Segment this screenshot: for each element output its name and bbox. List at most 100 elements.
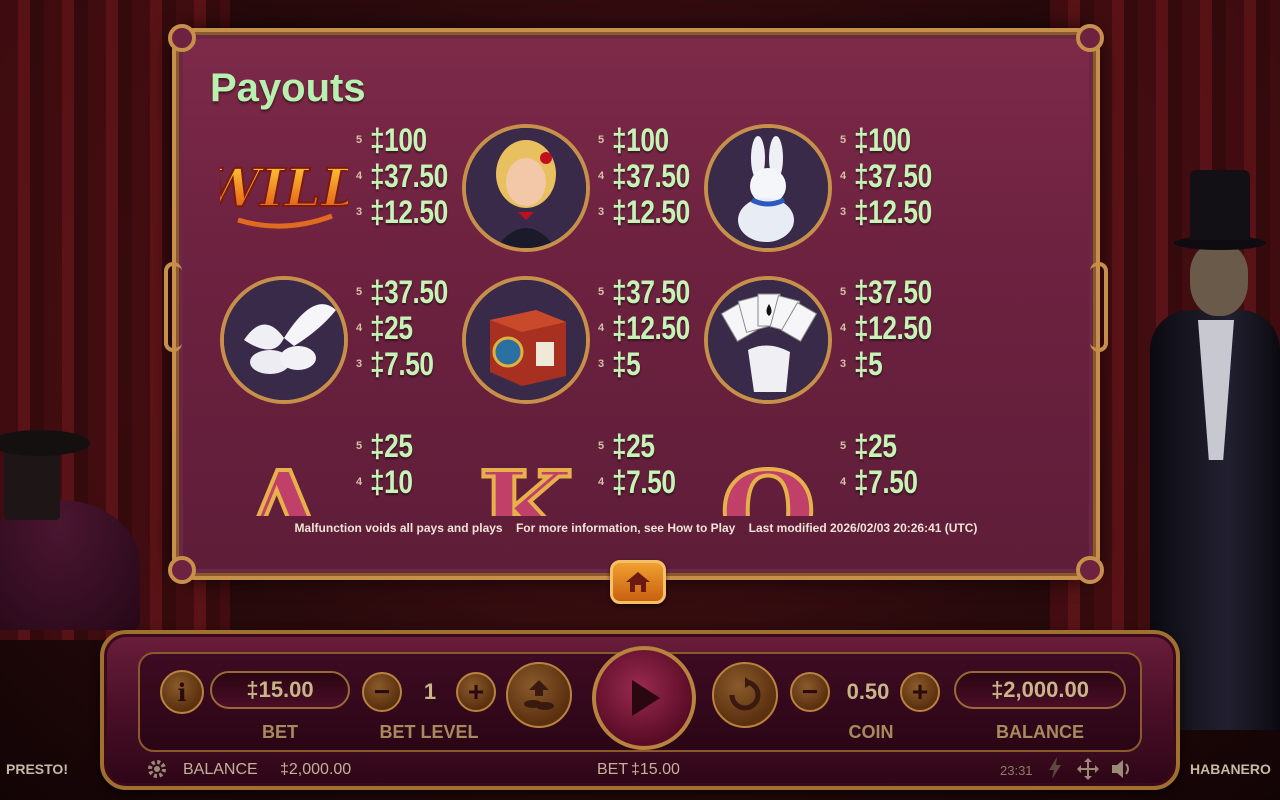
bet-level-plus-button[interactable]: + bbox=[456, 672, 496, 712]
payout-amount: ‡37.50 bbox=[612, 273, 690, 310]
payouts-modal: Payouts WILD 5 ‡100 4 ‡37.50 3 ‡12.50 bbox=[164, 24, 1108, 584]
symbol-letter-k: K 5 ‡25 4 ‡7.50 bbox=[448, 426, 690, 517]
payout-row-5: 5 ‡100 bbox=[840, 122, 923, 158]
sound-button[interactable] bbox=[1110, 758, 1134, 785]
coin-plus-button[interactable]: + bbox=[900, 672, 940, 712]
payout-table[interactable]: WILD 5 ‡100 4 ‡37.50 3 ‡12.50 bbox=[206, 120, 966, 516]
coin-label: COIN bbox=[848, 722, 894, 742]
fullscreen-button[interactable] bbox=[1076, 757, 1100, 786]
payout-amount: ‡12.50 bbox=[854, 309, 932, 346]
match-count: 5 bbox=[840, 134, 847, 146]
match-count: 4 bbox=[356, 170, 363, 182]
payout-row-4: 4 ‡7.50 bbox=[598, 464, 690, 500]
payout-row-4: 4 ‡10 bbox=[356, 464, 422, 500]
balance-label: BALANCE bbox=[996, 722, 1084, 742]
payout-amount: ‡100 bbox=[854, 121, 911, 158]
provider-logo-right: HABANERO bbox=[1190, 761, 1271, 777]
coin-minus-button[interactable]: − bbox=[790, 672, 830, 712]
match-count: 4 bbox=[840, 322, 847, 334]
frame-ornament bbox=[168, 556, 196, 584]
payout-row-5: 5 ‡37.50 bbox=[840, 274, 949, 310]
plus-icon: + bbox=[911, 676, 929, 707]
coin-value: 0.50 bbox=[846, 679, 890, 704]
match-count: 4 bbox=[598, 476, 605, 488]
status-bet-value: ‡15.00 bbox=[631, 761, 680, 778]
payout-amount: ‡10 bbox=[370, 463, 413, 500]
payout-amount: ‡12.50 bbox=[612, 193, 690, 230]
payout-amount: ‡12.50 bbox=[612, 309, 690, 346]
payout-amount: ‡7.50 bbox=[854, 463, 918, 500]
home-button[interactable] bbox=[610, 560, 666, 604]
match-count: 5 bbox=[356, 440, 363, 452]
spin-button[interactable] bbox=[592, 646, 696, 750]
match-count: 3 bbox=[598, 206, 605, 218]
match-count: 5 bbox=[356, 286, 363, 298]
bet-level-minus-button[interactable]: − bbox=[362, 672, 402, 712]
letter-k-icon: K bbox=[462, 430, 590, 516]
payout-row-4: 4 ‡25 bbox=[356, 310, 422, 346]
match-count: 5 bbox=[356, 134, 363, 146]
bet-level-label: BET LEVEL bbox=[379, 722, 479, 742]
bet-display: ‡15.00 bbox=[210, 671, 350, 709]
match-count: 3 bbox=[840, 206, 847, 218]
match-count: 4 bbox=[840, 476, 847, 488]
match-count: 4 bbox=[356, 476, 363, 488]
symbol-letter-a: A 5 ‡25 4 ‡10 bbox=[206, 426, 448, 517]
modal-footer: Malfunction voids all pays and plays For… bbox=[176, 521, 1096, 535]
symbol-letter-q: Q 5 ‡25 4 ‡7.50 bbox=[690, 426, 932, 517]
match-count: 5 bbox=[598, 286, 605, 298]
frame-ornament bbox=[1076, 24, 1104, 52]
svg-text:WILD: WILD bbox=[220, 158, 348, 219]
status-bet-label: BET bbox=[597, 761, 629, 778]
symbol-magic-box: 5 ‡37.50 4 ‡12.50 3 ‡5 bbox=[448, 272, 690, 412]
match-count: 5 bbox=[598, 440, 605, 452]
payout-row-5: 5 ‡25 bbox=[356, 428, 422, 464]
fullscreen-icon bbox=[1077, 758, 1099, 780]
status-balance-label: BALANCE bbox=[183, 761, 258, 778]
info-button[interactable]: i bbox=[160, 670, 204, 714]
status-balance-value: ‡2,000.00 bbox=[280, 761, 352, 778]
settings-button[interactable] bbox=[146, 758, 168, 785]
clock: 23:31 bbox=[1000, 763, 1033, 778]
payout-amount: ‡25 bbox=[370, 427, 413, 464]
status-bar: PRESTO! BALANCE ‡2,000.00 BET ‡15.00 23:… bbox=[0, 752, 1280, 788]
page-title: Payouts bbox=[210, 66, 366, 110]
malfunction-notice: Malfunction voids all pays and plays bbox=[294, 521, 503, 535]
payout-row-3: 3 ‡5 bbox=[598, 346, 647, 382]
match-count: 3 bbox=[356, 358, 363, 370]
match-count: 4 bbox=[598, 170, 605, 182]
doves-portrait-icon bbox=[220, 276, 348, 404]
payout-amount: ‡37.50 bbox=[370, 273, 448, 310]
wild-logo-icon: WILD bbox=[220, 124, 348, 252]
match-count: 3 bbox=[356, 206, 363, 218]
payout-amount: ‡12.50 bbox=[370, 193, 448, 230]
plus-icon: + bbox=[467, 676, 485, 707]
payout-amount: ‡5 bbox=[612, 345, 641, 382]
payout-row-5: 5 ‡100 bbox=[356, 122, 439, 158]
coin-stack-icon bbox=[524, 680, 554, 710]
symbol-wild: WILD 5 ‡100 4 ‡37.50 3 ‡12.50 bbox=[206, 120, 448, 260]
autoplay-icon bbox=[729, 677, 761, 711]
payout-amount: ‡7.50 bbox=[612, 463, 676, 500]
payout-row-4: 4 ‡37.50 bbox=[840, 158, 949, 194]
frame-ornament bbox=[164, 262, 182, 352]
letter-q-icon: Q bbox=[704, 430, 832, 516]
minus-icon: − bbox=[801, 676, 819, 707]
frame-ornament bbox=[1090, 262, 1108, 352]
max-bet-button[interactable] bbox=[506, 662, 572, 728]
autoplay-button[interactable] bbox=[712, 662, 778, 728]
payout-amount: ‡100 bbox=[370, 121, 427, 158]
payout-amount: ‡25 bbox=[854, 427, 897, 464]
provider-logo-left: PRESTO! bbox=[6, 761, 68, 777]
payout-amount: ‡100 bbox=[612, 121, 669, 158]
last-modified-notice: Last modified 2026/02/03 20:26:41 (UTC) bbox=[748, 521, 978, 535]
letter-a-icon: A bbox=[220, 430, 348, 516]
assistant-portrait-icon bbox=[462, 124, 590, 252]
letter-q-glyph: Q bbox=[720, 447, 816, 516]
bet-label: BET bbox=[262, 722, 298, 742]
turbo-button[interactable] bbox=[1048, 757, 1062, 784]
play-icon bbox=[632, 680, 660, 716]
bet-level-value: 1 bbox=[423, 679, 437, 704]
match-count: 4 bbox=[598, 322, 605, 334]
match-count: 3 bbox=[840, 358, 847, 370]
